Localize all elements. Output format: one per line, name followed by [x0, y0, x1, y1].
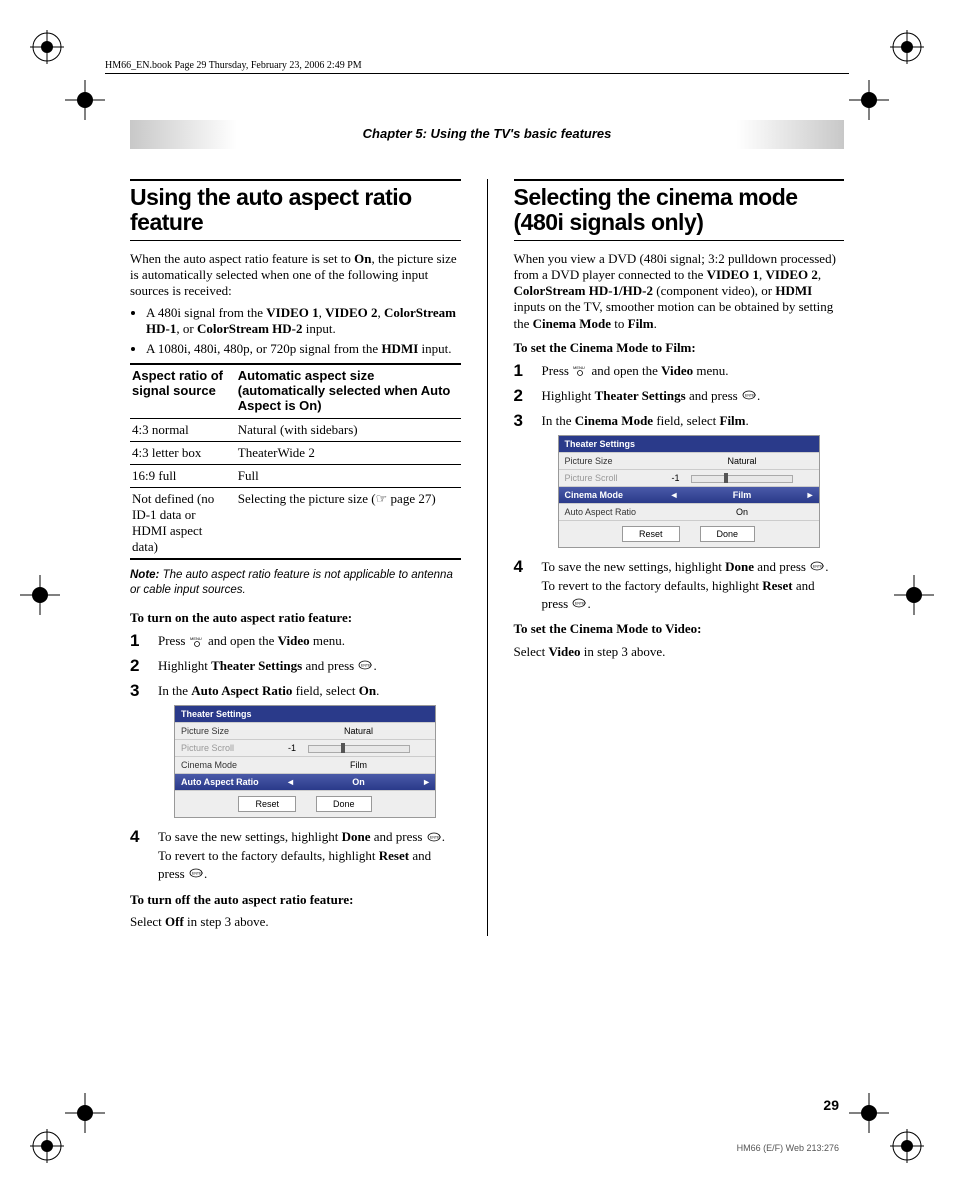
column-divider: [487, 179, 488, 936]
table-row: 4:3 letter boxTheaterWide 2: [130, 442, 461, 465]
procedure-heading: To set the Cinema Mode to Film:: [514, 340, 845, 356]
menu-button-icon: MENU: [573, 363, 587, 381]
step-item: To save the new settings, highlight Done…: [130, 828, 461, 883]
procedure-heading: To turn on the auto aspect ratio feature…: [130, 610, 461, 626]
osd-row-auto-aspect-ratio: Auto Aspect RatioOn: [559, 503, 819, 520]
section-heading-cinema-mode: Selecting the cinema mode (480i signals …: [514, 185, 845, 236]
step-item: Highlight Theater Settings and press ENT…: [514, 387, 845, 406]
body-text: When you view a DVD (480i signal; 3:2 pu…: [514, 251, 845, 332]
table-row: 16:9 fullFull: [130, 465, 461, 488]
table-header: Automatic aspect size (automatically sel…: [236, 364, 461, 418]
procedure-heading: To turn off the auto aspect ratio featur…: [130, 892, 461, 908]
crop-mark-icon: [849, 80, 889, 120]
svg-text:MENU: MENU: [573, 365, 585, 370]
arrow-left-icon: ◄: [286, 777, 295, 787]
crop-mark-icon: [894, 575, 934, 615]
register-mark-icon: [30, 1129, 64, 1163]
body-text: When the auto aspect ratio feature is se…: [130, 251, 461, 300]
step-item: Press MENU and open the Video menu.: [130, 632, 461, 651]
svg-text:ENTER: ENTER: [745, 394, 756, 398]
page-number: 29: [823, 1097, 839, 1113]
register-mark-icon: [30, 30, 64, 64]
enter-button-icon: ENTER: [358, 658, 372, 676]
body-text: Select Off in step 3 above.: [130, 914, 461, 930]
osd-reset-button: Reset: [238, 796, 296, 812]
list-item: A 480i signal from the VIDEO 1, VIDEO 2,…: [146, 305, 461, 337]
step-list: To save the new settings, highlight Done…: [514, 558, 845, 613]
osd-row-cinema-mode: Cinema Mode◄Film►: [559, 486, 819, 503]
osd-row-picture-size: Picture SizeNatural: [559, 452, 819, 469]
osd-row-picture-scroll: Picture Scroll-1: [175, 739, 435, 756]
table-row: Not defined (no ID-1 data or HDMI aspect…: [130, 488, 461, 560]
step-item: In the Cinema Mode field, select Film.: [514, 412, 845, 430]
procedure-heading: To set the Cinema Mode to Video:: [514, 621, 845, 637]
menu-button-icon: MENU: [190, 634, 204, 652]
svg-text:ENTER: ENTER: [361, 664, 372, 668]
osd-theater-settings: Theater Settings Picture SizeNatural Pic…: [558, 435, 820, 548]
body-text: Select Video in step 3 above.: [514, 644, 845, 660]
step-item: Press MENU and open the Video menu.: [514, 362, 845, 381]
enter-button-icon: ENTER: [810, 559, 824, 577]
enter-button-icon: ENTER: [427, 830, 441, 848]
osd-theater-settings: Theater Settings Picture SizeNatural Pic…: [174, 705, 436, 818]
crop-mark-icon: [849, 1093, 889, 1133]
running-header: HM66_EN.book Page 29 Thursday, February …: [105, 60, 849, 74]
step-list: Press MENU and open the Video menu. High…: [130, 632, 461, 699]
step-list: To save the new settings, highlight Done…: [130, 828, 461, 883]
arrow-right-icon: ►: [806, 490, 815, 500]
crop-mark-icon: [65, 1093, 105, 1133]
svg-text:ENTER: ENTER: [430, 835, 441, 839]
note-text: Note: The auto aspect ratio feature is n…: [130, 568, 461, 598]
osd-title: Theater Settings: [559, 436, 819, 452]
svg-text:ENTER: ENTER: [192, 871, 203, 875]
crop-mark-icon: [20, 575, 60, 615]
osd-row-auto-aspect-ratio: Auto Aspect Ratio◄On►: [175, 773, 435, 790]
arrow-right-icon: ►: [422, 777, 431, 787]
step-item: Highlight Theater Settings and press ENT…: [130, 657, 461, 676]
step-item: In the Auto Aspect Ratio field, select O…: [130, 682, 461, 700]
svg-text:ENTER: ENTER: [575, 601, 586, 605]
aspect-ratio-table: Aspect ratio of signal source Automatic …: [130, 363, 461, 560]
arrow-left-icon: ◄: [670, 490, 679, 500]
enter-button-icon: ENTER: [572, 596, 586, 614]
table-row: 4:3 normalNatural (with sidebars): [130, 419, 461, 442]
step-list: Press MENU and open the Video menu. High…: [514, 362, 845, 429]
osd-row-picture-size: Picture SizeNatural: [175, 722, 435, 739]
table-header: Aspect ratio of signal source: [130, 364, 236, 418]
osd-reset-button: Reset: [622, 526, 680, 542]
register-mark-icon: [890, 30, 924, 64]
osd-done-button: Done: [316, 796, 372, 812]
enter-button-icon: ENTER: [189, 866, 203, 884]
svg-text:MENU: MENU: [190, 636, 202, 641]
register-mark-icon: [890, 1129, 924, 1163]
svg-text:ENTER: ENTER: [813, 565, 824, 569]
osd-title: Theater Settings: [175, 706, 435, 722]
osd-row-cinema-mode: Cinema ModeFilm: [175, 756, 435, 773]
bullet-list: A 480i signal from the VIDEO 1, VIDEO 2,…: [146, 305, 461, 357]
osd-row-picture-scroll: Picture Scroll-1: [559, 469, 819, 486]
enter-button-icon: ENTER: [742, 388, 756, 406]
chapter-title: Chapter 5: Using the TV's basic features: [130, 120, 844, 149]
crop-mark-icon: [65, 80, 105, 120]
step-item: To save the new settings, highlight Done…: [514, 558, 845, 613]
footer-code: HM66 (E/F) Web 213:276: [737, 1143, 839, 1153]
section-heading-auto-aspect: Using the auto aspect ratio feature: [130, 185, 461, 236]
osd-done-button: Done: [700, 526, 756, 542]
list-item: A 1080i, 480i, 480p, or 720p signal from…: [146, 341, 461, 357]
